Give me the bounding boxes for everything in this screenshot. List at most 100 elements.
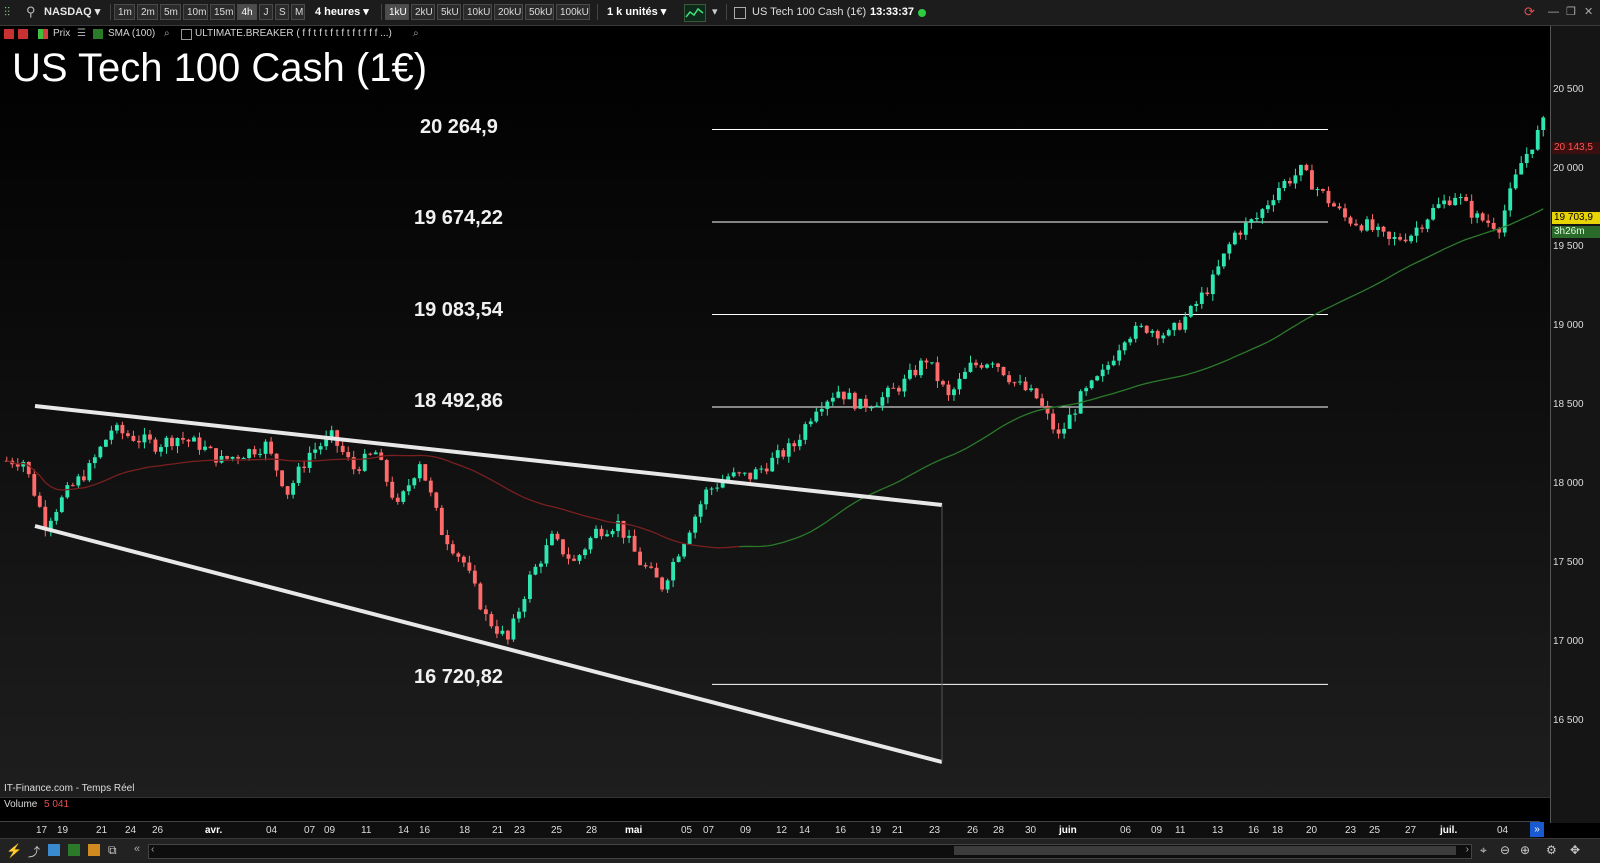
- volume-bar: Volume 5 041: [0, 797, 1550, 811]
- instrument-select[interactable]: NASDAQ ▾: [44, 3, 100, 21]
- candle-down: [1337, 206, 1342, 209]
- candle-up: [159, 447, 163, 452]
- candle-up: [1524, 153, 1529, 164]
- timeframe-4h[interactable]: 4h: [237, 4, 257, 20]
- breaker-indicator-label[interactable]: ULTIMATE.BREAKER ( f f t f t f t f t f t…: [195, 27, 392, 41]
- zoom-in-icon[interactable]: ⊕: [1520, 843, 1530, 857]
- breaker-settings-icon[interactable]: ⌕: [413, 27, 419, 41]
- candle-down: [1469, 200, 1474, 218]
- price-chart-svg[interactable]: [0, 42, 1550, 803]
- unit-50ku[interactable]: 50kU: [525, 4, 554, 20]
- unit-100ku[interactable]: 100kU: [556, 4, 590, 20]
- candle-up: [1535, 130, 1540, 150]
- cursor-icon[interactable]: ✥: [1570, 843, 1580, 857]
- indicator-remove-icon[interactable]: [18, 29, 28, 39]
- refresh-icon[interactable]: ⟳: [1524, 3, 1535, 21]
- signal-bars-icon[interactable]: ⫶⫶: [4, 3, 10, 21]
- candle-up: [544, 545, 549, 564]
- time-axis-day-label: 27: [1405, 825, 1417, 836]
- info-pin-icon[interactable]: ⚲: [26, 3, 36, 21]
- time-axis-day-label: 30: [1025, 825, 1037, 836]
- indicator-add-icon[interactable]: [4, 29, 14, 39]
- scrollbar-thumb[interactable]: [954, 846, 1456, 855]
- candle-down: [913, 369, 918, 376]
- timeframe-10m[interactable]: 10m: [183, 4, 208, 20]
- candle-down: [561, 539, 565, 555]
- sma-indicator-label[interactable]: SMA (100): [108, 27, 155, 41]
- breaker-checkbox[interactable]: [181, 29, 192, 40]
- timeframe-5m[interactable]: 5m: [160, 4, 181, 20]
- time-axis-day-label: 23: [514, 825, 526, 836]
- candle-up: [930, 362, 934, 364]
- candle-up: [665, 580, 670, 590]
- grid-icon[interactable]: [88, 844, 100, 856]
- candle-down: [1486, 220, 1491, 223]
- timeframe-15m[interactable]: 15m: [210, 4, 235, 20]
- candle-up: [919, 360, 923, 376]
- timeframe-1m[interactable]: 1m: [114, 4, 135, 20]
- candle-up: [241, 457, 246, 459]
- candle-down: [572, 558, 576, 561]
- screenshot-icon[interactable]: ⧉: [108, 843, 117, 858]
- settings-icon[interactable]: ⚙: [1546, 843, 1557, 857]
- candle-down: [1370, 219, 1375, 231]
- scroll-right-icon[interactable]: ›: [1466, 844, 1469, 855]
- candle-down: [792, 443, 797, 447]
- candle-up: [318, 446, 323, 450]
- level-label-4: 18 492,86: [414, 390, 503, 412]
- layout-icon[interactable]: [48, 844, 60, 856]
- sheet-icon[interactable]: [68, 844, 80, 856]
- scroll-right-button[interactable]: »: [1530, 822, 1544, 837]
- candle-up: [1095, 376, 1100, 381]
- close-icon[interactable]: ✕: [1584, 3, 1593, 21]
- candle-down: [340, 445, 345, 453]
- candle-up: [1458, 197, 1463, 199]
- zoom-fit-icon[interactable]: ⌖: [1480, 843, 1487, 858]
- chart-style-dropdown-icon[interactable]: ▾: [712, 3, 718, 21]
- candle-up: [1530, 149, 1535, 154]
- unit-2ku[interactable]: 2kU: [411, 4, 435, 20]
- zoom-out-icon[interactable]: ⊖: [1500, 843, 1510, 857]
- share-icon[interactable]: ⤴: [28, 843, 40, 860]
- sma-settings-icon[interactable]: ⌕: [164, 27, 170, 41]
- horizontal-scrollbar[interactable]: ‹ ›: [148, 844, 1472, 859]
- candle-down: [941, 381, 945, 385]
- candle-down: [555, 533, 560, 540]
- candle-up: [401, 491, 406, 502]
- chart-area[interactable]: [0, 42, 1550, 803]
- candle-up: [1084, 388, 1089, 392]
- time-axis[interactable]: 17 19 21 24 26 avr. 04 07 09 11 14 16 18 21 23 25 28 mai 0…: [0, 821, 1540, 838]
- scroll-left-icon[interactable]: ‹: [151, 844, 154, 855]
- timeframe-2m[interactable]: 2m: [137, 4, 158, 20]
- time-axis-day-label: 07: [703, 825, 715, 836]
- candle-up: [1243, 222, 1248, 235]
- timeframe-day[interactable]: J: [259, 4, 273, 20]
- minimize-icon[interactable]: —: [1548, 3, 1559, 21]
- candle-down: [225, 455, 229, 459]
- units-select[interactable]: 1 k unités ▾: [607, 4, 666, 20]
- candle-down: [1381, 226, 1386, 232]
- candle-up: [693, 516, 698, 533]
- candle-up: [291, 483, 296, 495]
- unit-5ku[interactable]: 5kU: [437, 4, 461, 20]
- timeframe-month[interactable]: M: [291, 4, 305, 20]
- unit-10ku[interactable]: 10kU: [463, 4, 492, 20]
- candle-up: [1188, 305, 1193, 317]
- collapse-icon[interactable]: «: [134, 843, 140, 855]
- list-icon[interactable]: ☰: [77, 27, 86, 41]
- candle-up: [671, 561, 676, 581]
- candle-up: [1315, 189, 1320, 191]
- unit-20ku[interactable]: 20kU: [494, 4, 523, 20]
- candle-down: [1403, 239, 1408, 242]
- alert-icon[interactable]: ⚡: [6, 843, 22, 859]
- price-indicator-label[interactable]: Prix: [53, 27, 70, 41]
- chart-style-icon[interactable]: [684, 4, 706, 22]
- restore-icon[interactable]: ❐: [1566, 3, 1576, 21]
- candle-up: [1183, 316, 1188, 330]
- unit-1ku[interactable]: 1kU: [385, 4, 409, 20]
- timeframe-week[interactable]: S: [275, 4, 289, 20]
- period-select[interactable]: 4 heures ▾: [315, 4, 369, 20]
- volume-value: 5 041: [44, 799, 70, 810]
- price-tick-20000: 20 000: [1553, 163, 1584, 174]
- price-color-icon: [38, 29, 48, 39]
